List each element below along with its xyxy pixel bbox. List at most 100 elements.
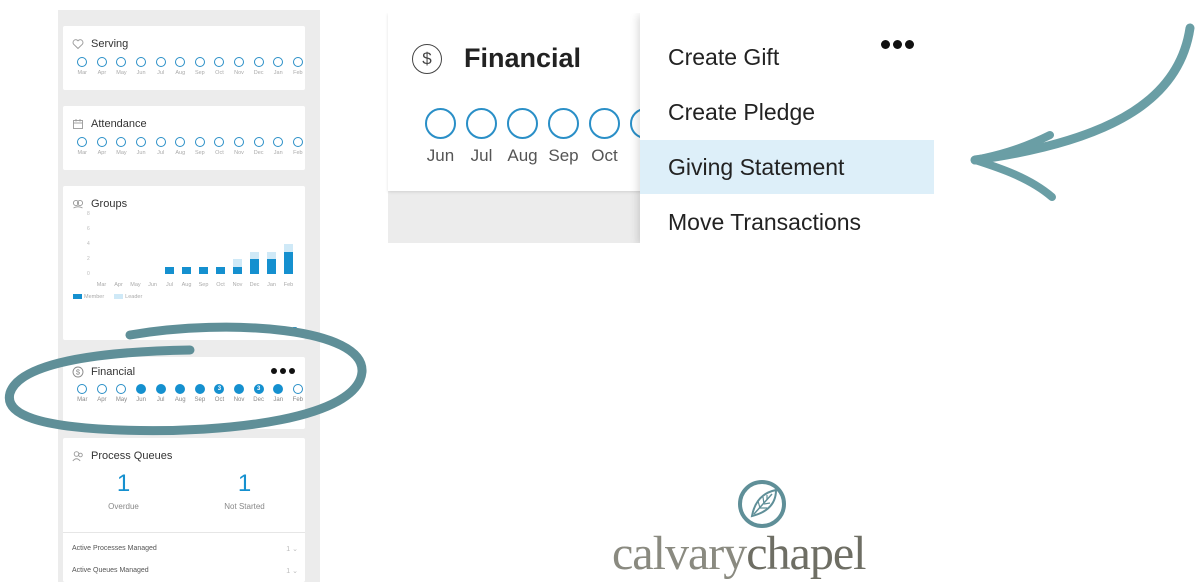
member-bar[interactable] [199,266,208,274]
not-started-stat[interactable]: 1 Not Started [184,472,305,512]
month-dot[interactable] [175,57,186,67]
bar-column [263,214,280,274]
active-processes-row[interactable]: Active Processes Managed 1 ⌄ [72,545,298,553]
zoom-month-dot[interactable] [466,108,497,139]
month-dot[interactable] [155,384,166,394]
month-dot[interactable] [292,57,303,67]
arrow-head [971,131,1056,201]
attendance-month-dots: Mar Apr May Jun Jul Aug Sep Oct Nov Dec Jan Feb [74,137,306,156]
month-column: Jan [270,137,287,156]
month-label: Aug [175,70,186,76]
zoom-month-dot[interactable] [507,108,538,139]
month-label: Dec [253,150,264,156]
y-tick-label: 4 [87,241,90,247]
zoom-month-dot[interactable] [589,108,620,139]
month-dot[interactable] [194,57,205,67]
month-dot[interactable] [77,137,88,147]
zoom-month-column: Oct [584,108,625,166]
month-dot[interactable] [96,57,107,67]
logo-wordmark: calvarychapel [612,526,866,581]
member-bar[interactable] [284,251,293,274]
month-dot[interactable] [214,57,225,67]
zoom-month-column: Aug [502,108,543,166]
month-label: Dec [253,70,264,76]
month-dot[interactable] [136,384,147,394]
member-bar[interactable] [165,266,174,274]
process-queues-stats: 1 Overdue 1 Not Started [63,472,305,512]
member-bar[interactable] [216,266,225,274]
month-dot[interactable]: 3 [253,384,264,394]
bar-column [229,214,246,274]
member-bar[interactable] [267,259,276,274]
month-dot[interactable] [273,384,284,394]
month-dot[interactable] [253,57,264,67]
month-dot[interactable] [273,137,284,147]
menu-item-move-transactions[interactable]: Move Transactions [640,195,934,243]
financial-month-dots: Mar Apr May Jun Jul Aug Sep 3 Oct Nov 3 Dec Jan Feb [74,384,306,403]
month-dot[interactable] [77,384,88,394]
month-label: Mar [77,70,88,76]
month-dot[interactable] [292,137,303,147]
month-dot[interactable] [77,57,88,67]
month-dot[interactable] [136,57,147,67]
month-dot[interactable] [155,57,166,67]
active-processes-label: Active Processes Managed [72,545,157,552]
month-dot[interactable] [234,57,245,67]
month-dot[interactable] [96,137,107,147]
month-label: Nov [233,397,245,403]
month-dot[interactable]: 3 [214,384,225,394]
menu-item-create-gift[interactable]: Create Gift [640,30,934,84]
bar-column [93,214,110,274]
month-column: May [113,384,130,403]
month-dot[interactable] [116,384,127,394]
serving-month-dots: Mar Apr May Jun Jul Aug Sep Oct Nov Dec Jan Feb [74,57,306,76]
zoomed-financial-card: $ Financial JunJulAugSepOctN Create Gift… [382,13,934,243]
month-label: Aug [175,150,186,156]
month-label: Oct [215,150,224,156]
month-dot[interactable] [214,137,225,147]
zoom-financial-title: Financial [464,43,582,73]
member-bar[interactable] [182,266,191,274]
month-dot[interactable] [155,137,166,147]
month-column: Jul [152,57,169,76]
month-dot[interactable] [175,384,186,394]
zoom-month-dot[interactable] [425,108,456,139]
menu-item-create-pledge[interactable]: Create Pledge [640,85,934,139]
month-dot[interactable] [253,137,264,147]
month-column: Mar [74,57,91,76]
month-column: Apr [94,57,111,76]
month-dot[interactable] [234,137,245,147]
month-column: Oct [211,57,228,76]
more-dot [280,368,286,374]
financial-more-options-button[interactable] [271,368,295,374]
month-dot[interactable] [116,137,127,147]
menu-item-giving-statement[interactable]: Giving Statement [640,140,934,194]
month-dot[interactable] [136,137,147,147]
month-dot[interactable] [292,384,303,394]
month-column: Nov [231,384,248,403]
month-dot[interactable] [96,384,107,394]
month-dot[interactable] [234,384,245,394]
bar-column [195,214,212,274]
member-bar[interactable] [233,266,242,274]
overdue-stat[interactable]: 1 Overdue [63,472,184,512]
active-queues-row[interactable]: Active Queues Managed 1 ⌄ [72,567,298,575]
heart-icon [72,38,84,50]
zoom-month-dot[interactable] [548,108,579,139]
month-dot[interactable] [194,384,205,394]
active-queues-value: 1 ⌄ [286,567,298,575]
month-dot[interactable] [273,57,284,67]
month-column: Aug [172,384,189,403]
month-dot[interactable] [175,137,186,147]
x-tick-label: Mar [96,282,107,288]
month-column: May [113,57,130,76]
month-column: Sep [192,57,209,76]
month-label: Jun [136,150,146,156]
member-bar[interactable] [250,259,259,274]
svg-text:$: $ [76,368,81,377]
month-label: Jun [136,70,146,76]
month-dot[interactable] [194,137,205,147]
financial-options-menu: Create Gift Create Pledge Giving Stateme… [640,13,934,243]
month-dot[interactable] [116,57,127,67]
groups-view-more-link[interactable]: VIEW MORE [256,327,297,334]
